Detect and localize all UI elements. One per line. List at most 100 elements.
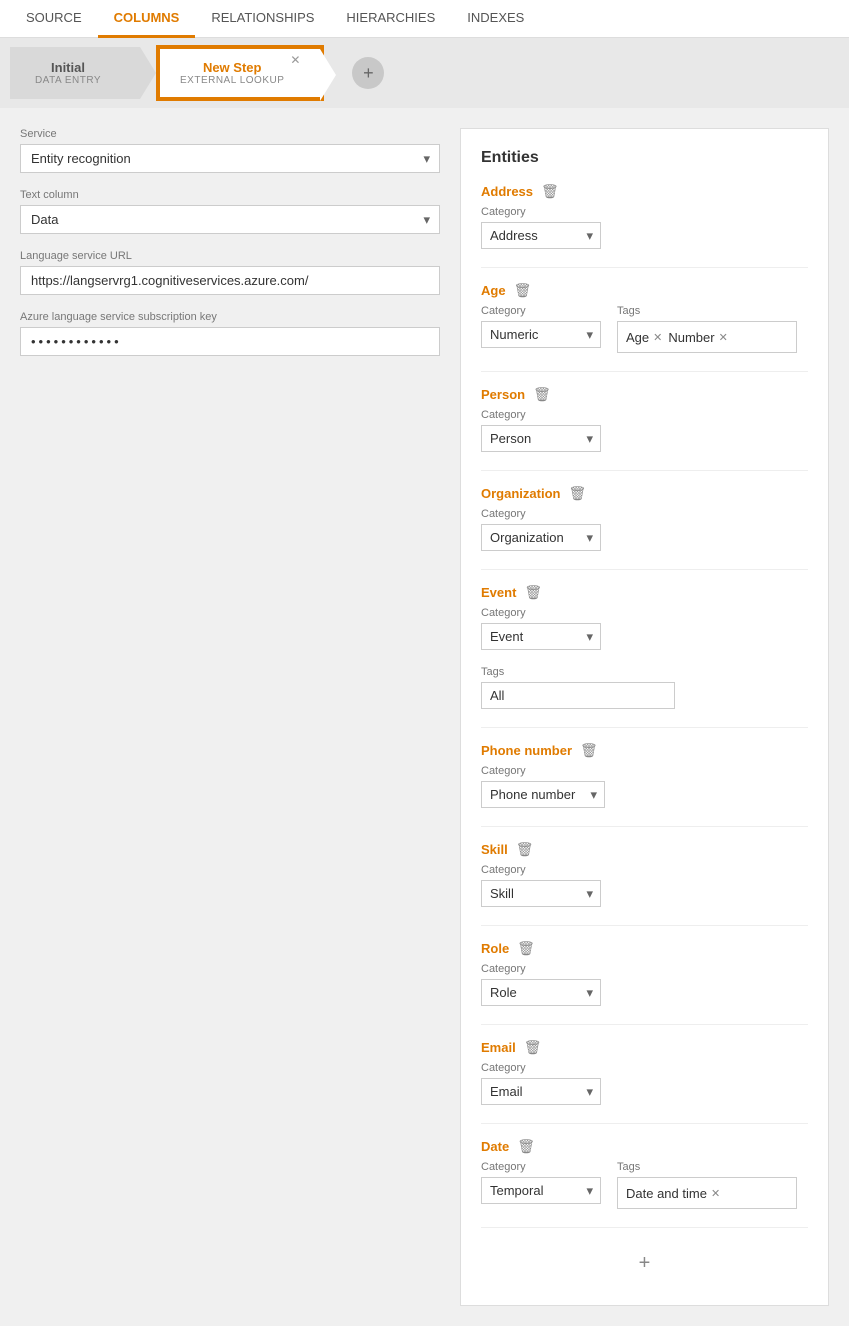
entity-phone-category-label: Category: [481, 765, 605, 777]
step-new-sub: EXTERNAL LOOKUP: [180, 75, 284, 86]
service-select-wrap[interactable]: Entity recognition: [20, 144, 440, 173]
entity-phone-number: Phone number 🗑 Category Phone number: [481, 742, 808, 808]
main-content: Service Entity recognition Text column D…: [0, 108, 849, 1326]
add-entity-button[interactable]: +: [481, 1242, 808, 1285]
url-input[interactable]: [20, 266, 440, 295]
service-select[interactable]: Entity recognition: [20, 144, 440, 173]
entity-phone-header: Phone number 🗑: [481, 742, 808, 759]
url-label: Language service URL: [20, 250, 440, 262]
entity-phone-category-select[interactable]: Phone number: [481, 781, 605, 808]
entity-email-category-field: Category Email: [481, 1062, 601, 1105]
entity-role-header: Role 🗑: [481, 940, 808, 957]
text-column-label: Text column: [20, 189, 440, 201]
entity-email-fields: Category Email: [481, 1062, 808, 1105]
entity-event-category-select[interactable]: Event: [481, 623, 601, 650]
entity-event-tags-label: Tags: [481, 666, 675, 678]
entity-skill-fields: Category Skill: [481, 864, 808, 907]
tab-hierarchies[interactable]: HIERARCHIES: [330, 0, 451, 38]
entity-date-category-field: Category Temporal: [481, 1161, 601, 1204]
entity-event-header: Event 🗑: [481, 584, 808, 601]
entity-role-fields: Category Role: [481, 963, 808, 1006]
entity-event-tags-input[interactable]: [481, 682, 675, 709]
entity-age-category-wrap[interactable]: Numeric: [481, 321, 601, 348]
pipeline-step-initial[interactable]: Initial DATA ENTRY: [10, 47, 140, 99]
entity-organization-category-wrap[interactable]: Organization: [481, 524, 601, 551]
entity-date-category-select[interactable]: Temporal: [481, 1177, 601, 1204]
entity-date-category-wrap[interactable]: Temporal: [481, 1177, 601, 1204]
entity-organization-category-select[interactable]: Organization: [481, 524, 601, 551]
entity-address-category-wrap[interactable]: Address: [481, 222, 601, 249]
entity-age-tags-value[interactable]: Age ✕ Number ✕: [617, 321, 797, 353]
entity-date-delete[interactable]: 🗑: [517, 1138, 535, 1155]
tab-source[interactable]: SOURCE: [10, 0, 98, 38]
entity-email-category-select[interactable]: Email: [481, 1078, 601, 1105]
pipeline-step-new[interactable]: New Step EXTERNAL LOOKUP ✕: [158, 47, 322, 99]
entity-role-delete[interactable]: 🗑: [517, 940, 535, 957]
entity-event-category-wrap[interactable]: Event: [481, 623, 601, 650]
entity-person-category-select[interactable]: Person: [481, 425, 601, 452]
add-step-button[interactable]: +: [352, 57, 384, 89]
entity-age-header: Age 🗑: [481, 282, 808, 299]
entity-person-name: Person: [481, 387, 525, 402]
entity-role-category-wrap[interactable]: Role: [481, 979, 601, 1006]
entity-skill-header: Skill 🗑: [481, 841, 808, 858]
key-label: Azure language service subscription key: [20, 311, 440, 323]
service-field-group: Service Entity recognition: [20, 128, 440, 173]
entity-person-fields: Category Person: [481, 409, 808, 452]
entity-age-delete[interactable]: 🗑: [514, 282, 532, 299]
entity-role-name: Role: [481, 941, 509, 956]
text-column-select-wrap[interactable]: Data: [20, 205, 440, 234]
entity-age-tags-field: Tags Age ✕ Number ✕: [617, 305, 797, 353]
entity-role-category-field: Category Role: [481, 963, 601, 1006]
entity-date-category-label: Category: [481, 1161, 601, 1173]
entity-address-delete[interactable]: 🗑: [541, 183, 559, 200]
entity-person-delete[interactable]: 🗑: [533, 386, 551, 403]
entity-person-category-field: Category Person: [481, 409, 601, 452]
entity-date-name: Date: [481, 1139, 509, 1154]
entity-skill-name: Skill: [481, 842, 508, 857]
entity-person-category-label: Category: [481, 409, 601, 421]
entity-address: Address 🗑 Category Address: [481, 183, 808, 249]
text-column-field-group: Text column Data: [20, 189, 440, 234]
entity-skill-category-select[interactable]: Skill: [481, 880, 601, 907]
entity-phone-fields: Category Phone number: [481, 765, 808, 808]
entity-event-delete[interactable]: 🗑: [524, 584, 542, 601]
key-input[interactable]: [20, 327, 440, 356]
entity-event-tags-field: Tags: [481, 666, 675, 709]
entity-address-category-select[interactable]: Address: [481, 222, 601, 249]
pipeline-bar: Initial DATA ENTRY New Step EXTERNAL LOO…: [0, 38, 849, 108]
step-close-button[interactable]: ✕: [290, 53, 300, 67]
entity-event-category-field: Category Event: [481, 607, 601, 650]
tag-date-and-time-close[interactable]: ✕: [711, 1187, 720, 1200]
entity-date-tags-label: Tags: [617, 1161, 797, 1173]
entity-email-category-wrap[interactable]: Email: [481, 1078, 601, 1105]
tag-age-close[interactable]: ✕: [653, 331, 662, 344]
entity-email-name: Email: [481, 1040, 516, 1055]
key-field-group: Azure language service subscription key: [20, 311, 440, 356]
entity-address-category-field: Category Address: [481, 206, 601, 249]
entity-address-category-label: Category: [481, 206, 601, 218]
entity-age-category-field: Category Numeric: [481, 305, 601, 348]
text-column-select[interactable]: Data: [20, 205, 440, 234]
entity-event-name: Event: [481, 585, 516, 600]
entity-role-category-select[interactable]: Role: [481, 979, 601, 1006]
entity-address-fields: Category Address: [481, 206, 808, 249]
entity-person-category-wrap[interactable]: Person: [481, 425, 601, 452]
entity-address-name: Address: [481, 184, 533, 199]
entity-age: Age 🗑 Category Numeric Tags Age ✕: [481, 282, 808, 353]
entity-person: Person 🗑 Category Person: [481, 386, 808, 452]
tab-columns[interactable]: COLUMNS: [98, 0, 196, 38]
entity-age-category-select[interactable]: Numeric: [481, 321, 601, 348]
entity-skill-category-wrap[interactable]: Skill: [481, 880, 601, 907]
tag-number-close[interactable]: ✕: [719, 331, 728, 344]
tab-relationships[interactable]: RELATIONSHIPS: [195, 0, 330, 38]
entity-phone-category-wrap[interactable]: Phone number: [481, 781, 605, 808]
entity-email-delete[interactable]: 🗑: [524, 1039, 542, 1056]
entity-skill-delete[interactable]: 🗑: [516, 841, 534, 858]
tab-indexes[interactable]: INDEXES: [451, 0, 540, 38]
entity-phone-delete[interactable]: 🗑: [580, 742, 598, 759]
entity-date-tags-value[interactable]: Date and time ✕: [617, 1177, 797, 1209]
entity-role-category-label: Category: [481, 963, 601, 975]
entity-organization-delete[interactable]: 🗑: [568, 485, 586, 502]
entity-organization-name: Organization: [481, 486, 560, 501]
